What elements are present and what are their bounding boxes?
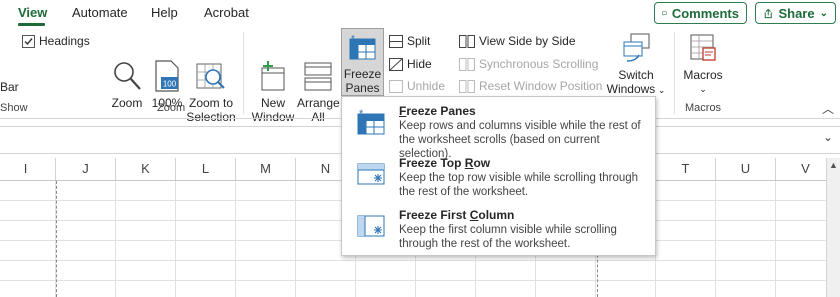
tab-view[interactable]: View bbox=[18, 5, 47, 20]
freeze-top-row-icon bbox=[357, 163, 385, 185]
reset-window-position-button[interactable]: Reset Window Position bbox=[459, 79, 602, 93]
menu-item-title: Freeze Panes bbox=[399, 104, 476, 118]
new-window-label-1: New bbox=[260, 96, 285, 110]
unhide-button[interactable]: Unhide bbox=[389, 79, 445, 93]
zoom-to-selection-label-1: Zoom to bbox=[188, 96, 233, 110]
menu-item-description: Keep the first column visible while scro… bbox=[399, 224, 617, 250]
new-window-button[interactable]: New Window bbox=[250, 58, 296, 124]
tab-automate[interactable]: Automate bbox=[72, 5, 128, 20]
column-header[interactable]: K bbox=[116, 158, 176, 180]
split-icon bbox=[389, 34, 403, 48]
new-window-icon bbox=[261, 61, 285, 91]
zoom-to-selection-button[interactable]: Zoom to Selection bbox=[186, 58, 236, 124]
switch-windows-button[interactable]: Switch Windows ⌄ bbox=[603, 30, 669, 97]
menu-item-title: Freeze First Column bbox=[399, 208, 515, 222]
arrange-all-button[interactable]: Arrange All bbox=[297, 58, 340, 124]
page-break-line bbox=[56, 181, 57, 297]
group-label-zoom: Zoom bbox=[157, 102, 186, 114]
synchronous-scrolling-label: Synchronous Scrolling bbox=[479, 57, 599, 71]
freeze-first-column-icon bbox=[357, 215, 385, 237]
chevron-down-icon: ⌄ bbox=[655, 85, 666, 95]
reset-window-icon bbox=[459, 79, 475, 93]
chevron-down-icon: ⌄ bbox=[819, 7, 828, 19]
group-label-show: Show bbox=[0, 102, 28, 114]
switch-windows-label-1: Switch bbox=[618, 68, 654, 82]
split-label: Split bbox=[407, 34, 431, 48]
zoom-100-icon: 100 bbox=[155, 60, 179, 92]
menu-item-freeze-first-column[interactable]: Freeze First Column Keep the first colum… bbox=[342, 201, 655, 253]
arrange-all-icon bbox=[304, 62, 332, 91]
zoom-to-selection-label-2: Selection bbox=[186, 110, 236, 124]
freeze-panes-icon: * bbox=[347, 33, 377, 66]
column-header[interactable]: M bbox=[236, 158, 296, 180]
menu-item-freeze-panes[interactable]: * Freeze Panes Keep rows and columns vis… bbox=[342, 97, 655, 160]
comment-icon bbox=[662, 10, 667, 16]
comments-label: Comments bbox=[671, 5, 739, 21]
magnifier-icon bbox=[114, 62, 141, 90]
scroll-up-icon[interactable]: ▲ bbox=[829, 160, 838, 170]
share-icon bbox=[764, 8, 772, 18]
synchronous-scrolling-button[interactable]: Synchronous Scrolling bbox=[459, 57, 598, 71]
comments-button[interactable]: Comments bbox=[654, 2, 747, 24]
macros-label: Macros bbox=[683, 68, 723, 82]
hide-icon bbox=[389, 57, 403, 71]
column-header[interactable]: J bbox=[56, 158, 116, 180]
checkbox-checked-icon bbox=[22, 34, 35, 48]
column-header[interactable]: L bbox=[176, 158, 236, 180]
column-header[interactable]: I bbox=[0, 158, 56, 180]
group-label-macros: Macros bbox=[685, 102, 722, 114]
unhide-icon bbox=[389, 79, 403, 93]
freeze-panes-menu: * Freeze Panes Keep rows and columns vis… bbox=[341, 96, 656, 256]
chevron-down-icon: ⌄ bbox=[699, 84, 707, 94]
freeze-panes-icon: * bbox=[357, 108, 385, 135]
new-window-label-2: Window bbox=[251, 110, 295, 124]
zoom-to-selection-icon bbox=[196, 63, 225, 89]
group-divider bbox=[243, 32, 244, 114]
headings-label: Headings bbox=[39, 34, 90, 48]
tab-help[interactable]: Help bbox=[151, 5, 178, 20]
switch-windows-icon bbox=[623, 33, 650, 62]
group-divider bbox=[674, 32, 675, 114]
menu-item-title: Freeze Top Row bbox=[399, 156, 491, 170]
zoom-100-icon-text: 100 bbox=[163, 80, 177, 89]
unhide-label: Unhide bbox=[407, 79, 446, 93]
gridline-horizontal bbox=[0, 260, 826, 261]
sync-scroll-icon bbox=[459, 57, 475, 71]
side-by-side-icon bbox=[459, 34, 475, 48]
zoom-label: Zoom bbox=[111, 96, 143, 110]
expand-formula-bar-icon[interactable]: ⌄ bbox=[823, 130, 833, 144]
freeze-panes-label-2: Panes bbox=[345, 81, 380, 95]
freeze-panes-button[interactable]: * Freeze Panes ⌄ bbox=[341, 28, 384, 109]
macros-icon bbox=[690, 34, 716, 61]
macros-button[interactable]: Macros ⌄ bbox=[681, 30, 725, 96]
share-button[interactable]: Share ⌄ bbox=[755, 2, 836, 24]
active-tab-indicator bbox=[18, 23, 45, 26]
gridline-horizontal bbox=[0, 280, 826, 281]
tab-acrobat[interactable]: Acrobat bbox=[204, 5, 249, 20]
svg-text:*: * bbox=[351, 34, 355, 45]
switch-windows-label-2: Windows bbox=[606, 82, 656, 96]
arrange-all-label-2: All bbox=[311, 110, 325, 124]
freeze-panes-label-1: Freeze bbox=[343, 67, 382, 81]
collapse-ribbon-icon[interactable]: ︿ bbox=[822, 100, 834, 117]
reset-window-position-label: Reset Window Position bbox=[479, 79, 603, 93]
svg-text:*: * bbox=[359, 108, 364, 120]
column-header[interactable]: U bbox=[716, 158, 776, 180]
zoom-button[interactable]: Zoom bbox=[108, 58, 146, 110]
hide-button[interactable]: Hide bbox=[389, 57, 432, 71]
view-side-by-side-button[interactable]: View Side by Side bbox=[459, 34, 576, 48]
arrange-all-label-1: Arrange bbox=[297, 96, 340, 110]
menu-item-description: Keep the top row visible while scrolling… bbox=[399, 172, 639, 198]
split-button[interactable]: Split bbox=[389, 34, 430, 48]
formula-bar-option-partial[interactable]: Bar bbox=[0, 80, 19, 94]
headings-checkbox[interactable]: Headings bbox=[22, 34, 90, 48]
view-side-by-side-label: View Side by Side bbox=[479, 34, 576, 48]
menu-item-freeze-top-row[interactable]: Freeze Top Row Keep the top row visible … bbox=[342, 149, 655, 201]
share-label: Share bbox=[778, 5, 815, 21]
column-header[interactable]: T bbox=[656, 158, 716, 180]
vertical-scrollbar[interactable]: ▲ bbox=[826, 158, 840, 297]
ribbon-tab-bar: View Automate Help Acrobat Comments Shar… bbox=[0, 0, 840, 28]
hide-label: Hide bbox=[407, 57, 432, 71]
